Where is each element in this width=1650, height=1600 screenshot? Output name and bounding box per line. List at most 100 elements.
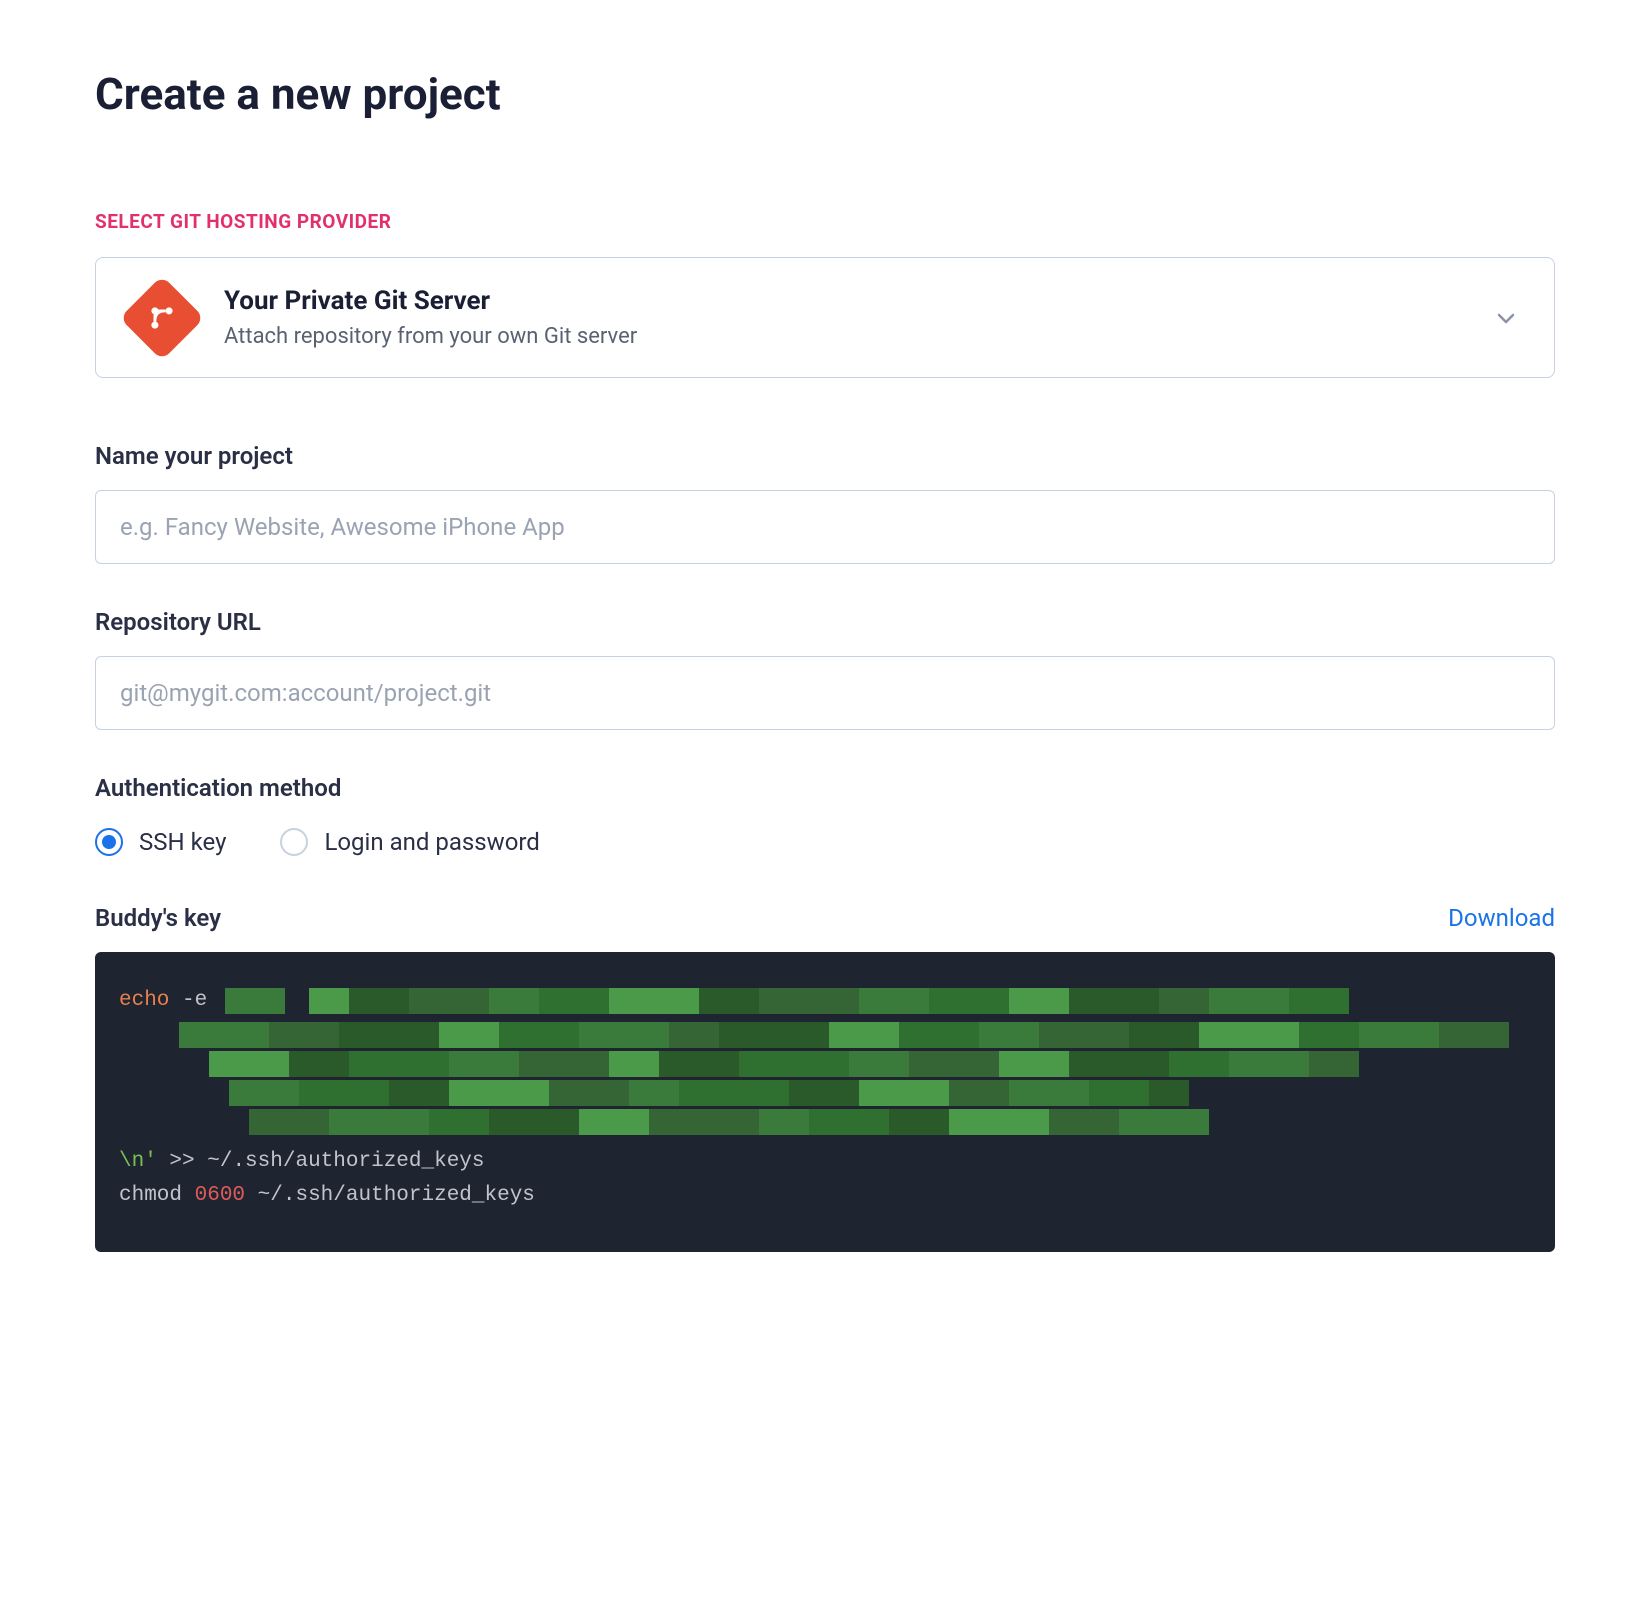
redacted-key-icon bbox=[849, 1051, 909, 1077]
redacted-key-icon bbox=[1049, 1109, 1119, 1135]
redacted-key-icon bbox=[269, 1022, 339, 1048]
project-name-label: Name your project bbox=[95, 442, 1555, 470]
redacted-key-icon bbox=[209, 1051, 289, 1077]
redacted-key-icon bbox=[409, 988, 489, 1014]
redacted-key-icon bbox=[699, 988, 759, 1014]
redacted-key-icon bbox=[859, 1080, 949, 1106]
provider-selector[interactable]: Your Private Git Server Attach repositor… bbox=[95, 257, 1555, 378]
redacted-key-icon bbox=[449, 1051, 519, 1077]
redacted-key-icon bbox=[669, 1022, 719, 1048]
redacted-key-icon bbox=[349, 1051, 449, 1077]
redacted-key-icon bbox=[1069, 1051, 1169, 1077]
repository-url-label: Repository URL bbox=[95, 608, 1555, 636]
code-token: chmod bbox=[119, 1184, 195, 1207]
provider-title: Your Private Git Server bbox=[224, 286, 1494, 316]
redacted-key-icon bbox=[759, 1109, 809, 1135]
code-line: chmod 0600 ~/.ssh/authorized_keys bbox=[119, 1179, 1531, 1214]
redacted-key-icon bbox=[679, 1080, 789, 1106]
redacted-key-icon bbox=[489, 1109, 579, 1135]
radio-login-label: Login and password bbox=[324, 828, 539, 856]
redacted-key-icon bbox=[1229, 1051, 1309, 1077]
redacted-key-icon bbox=[299, 1080, 389, 1106]
redacted-key-icon bbox=[1119, 1109, 1209, 1135]
radio-ssh-key[interactable]: SSH key bbox=[95, 828, 226, 856]
redacted-key-icon bbox=[1439, 1022, 1509, 1048]
redacted-key-icon bbox=[389, 1080, 449, 1106]
redacted-key-icon bbox=[439, 1022, 499, 1048]
ssh-key-code-block: echo -e bbox=[95, 952, 1555, 1252]
redacted-key-icon bbox=[829, 1022, 899, 1048]
redacted-key-icon bbox=[649, 1109, 759, 1135]
radio-login-password[interactable]: Login and password bbox=[280, 828, 539, 856]
redacted-key-icon bbox=[579, 1022, 669, 1048]
redacted-key-icon bbox=[659, 1051, 739, 1077]
redacted-key-icon bbox=[579, 1109, 649, 1135]
git-icon bbox=[120, 275, 205, 360]
redacted-key-icon bbox=[899, 1022, 979, 1048]
redacted-key-icon bbox=[759, 988, 859, 1014]
redacted-key-icon bbox=[1129, 1022, 1199, 1048]
radio-ssh-label: SSH key bbox=[139, 828, 226, 856]
redacted-key-icon bbox=[519, 1051, 609, 1077]
code-token: 0600 bbox=[195, 1184, 245, 1207]
code-token: ~/ bbox=[245, 1184, 283, 1207]
code-token: .ssh bbox=[283, 1184, 333, 1207]
redacted-key-icon bbox=[489, 988, 539, 1014]
redacted-key-icon bbox=[949, 1080, 1009, 1106]
provider-section-label: SELECT GIT HOSTING PROVIDER bbox=[95, 210, 1555, 233]
auth-method-label: Authentication method bbox=[95, 774, 1555, 802]
redacted-key-icon bbox=[1159, 988, 1209, 1014]
redacted-key-icon bbox=[499, 1022, 579, 1048]
redacted-key-icon bbox=[1069, 988, 1159, 1014]
page-title: Create a new project bbox=[95, 68, 1555, 120]
redacted-key-icon bbox=[1169, 1051, 1229, 1077]
redacted-key-icon bbox=[1299, 1022, 1359, 1048]
redacted-key-icon bbox=[549, 1080, 629, 1106]
code-token: -e bbox=[182, 984, 207, 1019]
redacted-key-icon bbox=[949, 1109, 1049, 1135]
radio-circle-icon bbox=[280, 828, 308, 856]
code-token: >> bbox=[157, 1150, 207, 1173]
redacted-key-icon bbox=[1089, 1080, 1149, 1106]
redacted-key-icon bbox=[929, 988, 1009, 1014]
redacted-key-icon bbox=[449, 1080, 549, 1106]
redacted-key-icon bbox=[609, 1051, 659, 1077]
redacted-key-icon bbox=[909, 1051, 999, 1077]
redacted-key-icon bbox=[1009, 988, 1069, 1014]
redacted-key-icon bbox=[1149, 1080, 1189, 1106]
radio-circle-icon bbox=[95, 828, 123, 856]
redacted-key-icon bbox=[889, 1109, 949, 1135]
redacted-key-icon bbox=[1359, 1022, 1439, 1048]
redacted-key-icon bbox=[309, 988, 349, 1014]
redacted-key-icon bbox=[229, 1080, 299, 1106]
redacted-key-icon bbox=[1009, 1080, 1089, 1106]
code-token: echo bbox=[119, 984, 169, 1019]
code-token bbox=[169, 984, 182, 1019]
redacted-key-icon bbox=[1289, 988, 1349, 1014]
download-key-link[interactable]: Download bbox=[1448, 904, 1555, 932]
redacted-key-icon bbox=[979, 1022, 1039, 1048]
buddys-key-label: Buddy's key bbox=[95, 904, 221, 932]
redacted-key-icon bbox=[179, 1022, 269, 1048]
provider-text: Your Private Git Server Attach repositor… bbox=[224, 286, 1494, 349]
redacted-key-icon bbox=[629, 1080, 679, 1106]
redacted-key-icon bbox=[539, 988, 609, 1014]
redacted-key-icon bbox=[289, 1051, 349, 1077]
redacted-key-icon bbox=[1199, 1022, 1299, 1048]
project-name-input[interactable] bbox=[95, 490, 1555, 564]
code-token: \n' bbox=[119, 1150, 157, 1173]
redacted-key-icon bbox=[739, 1051, 849, 1077]
redacted-key-icon bbox=[1039, 1022, 1129, 1048]
auth-radio-group: SSH key Login and password bbox=[95, 828, 1555, 856]
redacted-key-icon bbox=[249, 1109, 329, 1135]
redacted-key-icon bbox=[1209, 988, 1289, 1014]
redacted-key-icon bbox=[809, 1109, 889, 1135]
redacted-key-icon bbox=[329, 1109, 429, 1135]
redacted-key-icon bbox=[789, 1080, 859, 1106]
redacted-key-icon bbox=[339, 1022, 439, 1048]
code-token: .ssh bbox=[232, 1150, 282, 1173]
repository-url-input[interactable] bbox=[95, 656, 1555, 730]
redacted-key-icon bbox=[609, 988, 699, 1014]
redacted-key-icon bbox=[859, 988, 929, 1014]
code-token: ~/ bbox=[207, 1150, 232, 1173]
